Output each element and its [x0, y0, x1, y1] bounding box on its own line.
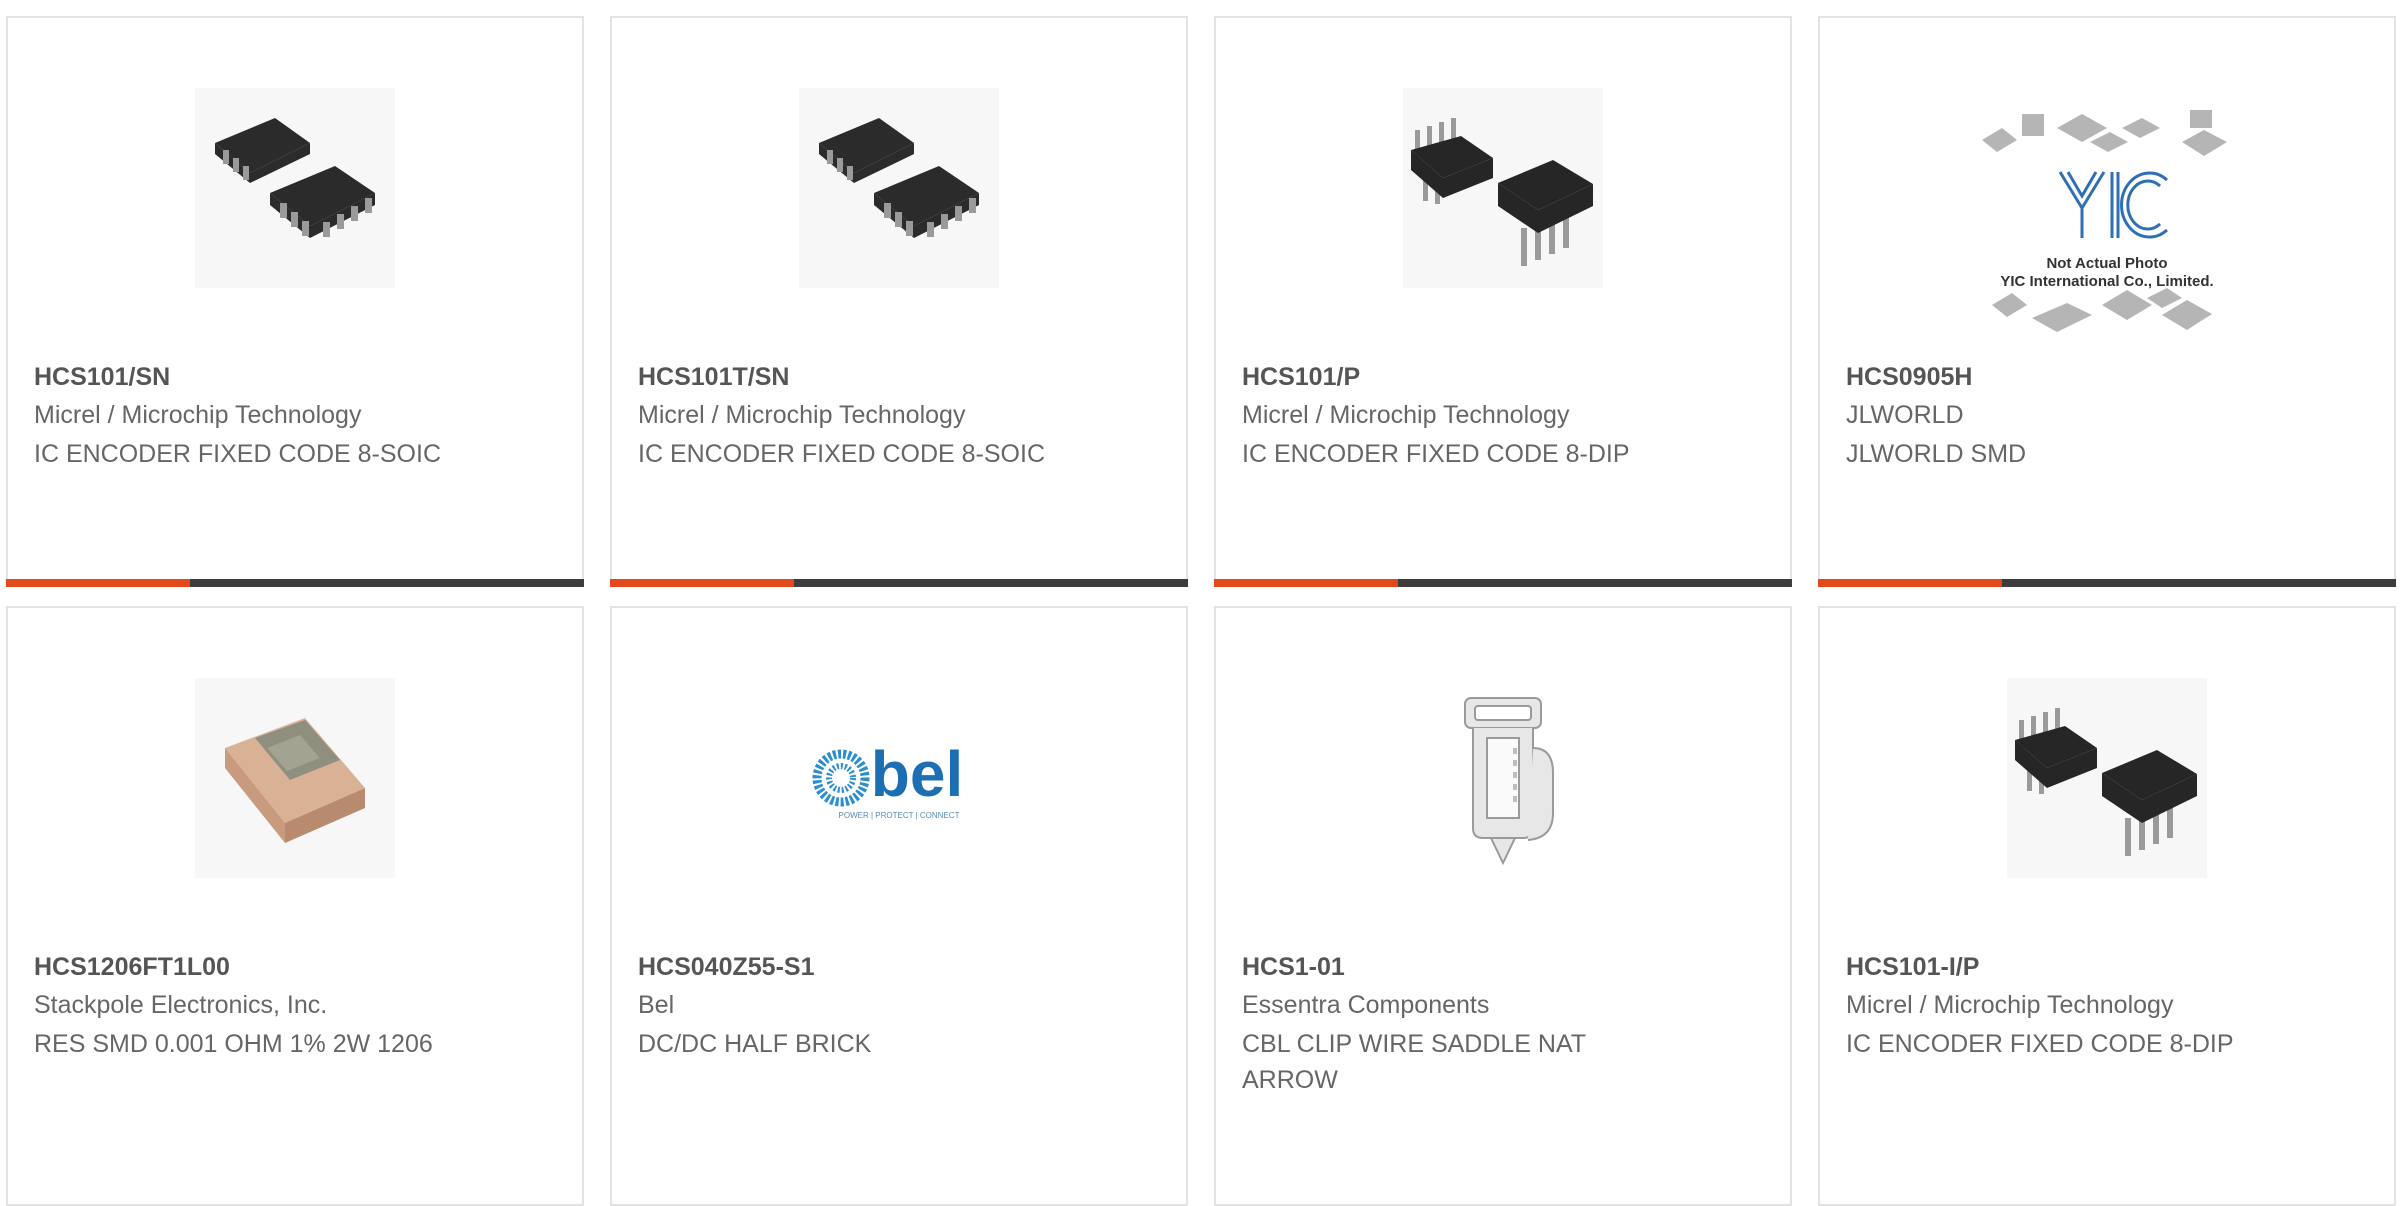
manufacturer: Micrel / Microchip Technology	[638, 401, 966, 429]
smd-resistor-icon[interactable]	[195, 678, 395, 878]
part-number[interactable]: HCS1-01	[1242, 952, 1345, 982]
product-card[interactable]: HCS101/P Micrel / Microchip Technology I…	[1214, 16, 1792, 587]
part-number[interactable]: HCS101T/SN	[638, 362, 789, 392]
product-card[interactable]: HCS101T/SN Micrel / Microchip Technology…	[610, 16, 1188, 587]
bel-logo-icon[interactable]: bel POWER | PROTECT | CONNECT	[799, 678, 999, 878]
soic-chip-icon[interactable]	[799, 88, 999, 288]
manufacturer: Micrel / Microchip Technology	[34, 401, 362, 429]
product-card[interactable]: HCS1-01 Essentra Components CBL CLIP WIR…	[1214, 606, 1792, 1206]
manufacturer: Essentra Components	[1242, 991, 1490, 1019]
part-number[interactable]: HCS101-I/P	[1846, 952, 1979, 982]
part-number[interactable]: HCS040Z55-S1	[638, 952, 814, 982]
manufacturer: Micrel / Microchip Technology	[1846, 991, 2174, 1019]
description: CBL CLIP WIRE SADDLE NAT ARROW	[1242, 1030, 1586, 1094]
description: JLWORLD SMD	[1846, 440, 2027, 468]
part-number[interactable]: HCS101/P	[1242, 362, 1360, 392]
dip-chip-icon[interactable]	[1403, 88, 1603, 288]
soic-chip-icon[interactable]	[195, 88, 395, 288]
manufacturer: Micrel / Microchip Technology	[1242, 401, 1570, 429]
cable-clip-icon[interactable]	[1403, 678, 1603, 878]
placeholder-text-line1: Not Actual Photo	[2046, 255, 2167, 272]
manufacturer: JLWORLD	[1846, 401, 1964, 429]
description: IC ENCODER FIXED CODE 8-SOIC	[34, 440, 441, 468]
card-accent-bar	[6, 579, 190, 587]
card-accent-bar	[1818, 579, 2002, 587]
description: RES SMD 0.001 OHM 1% 2W 1206	[34, 1030, 433, 1058]
card-accent-bar	[1214, 579, 1398, 587]
card-bottom-bar	[6, 579, 584, 587]
bel-tagline: POWER | PROTECT | CONNECT	[839, 811, 960, 820]
card-bottom-bar	[610, 579, 1188, 587]
part-number[interactable]: HCS101/SN	[34, 362, 170, 392]
card-accent-bar	[610, 579, 794, 587]
product-card[interactable]: Not Actual Photo YIC International Co., …	[1818, 16, 2396, 587]
product-card[interactable]: HCS1206FT1L00 Stackpole Electronics, Inc…	[6, 606, 584, 1206]
product-card[interactable]: HCS101/SN Micrel / Microchip Technology …	[6, 16, 584, 587]
part-number[interactable]: HCS1206FT1L00	[34, 952, 230, 982]
card-bottom-bar	[1818, 579, 2396, 587]
description: IC ENCODER FIXED CODE 8-DIP	[1242, 440, 1630, 468]
manufacturer: Stackpole Electronics, Inc.	[34, 991, 328, 1019]
description: DC/DC HALF BRICK	[638, 1030, 872, 1058]
product-grid: HCS101/SN Micrel / Microchip Technology …	[0, 0, 2400, 1206]
manufacturer: Bel	[638, 991, 675, 1019]
description: IC ENCODER FIXED CODE 8-DIP	[1846, 1030, 2234, 1058]
bel-logo-text: bel	[871, 738, 963, 810]
part-number[interactable]: HCS0905H	[1846, 362, 1972, 392]
dip-chip-icon[interactable]	[2007, 678, 2207, 878]
placeholder-text-line2: YIC International Co., Limited.	[2000, 273, 2213, 290]
product-card[interactable]: bel POWER | PROTECT | CONNECT HCS040Z55-…	[610, 606, 1188, 1206]
description: IC ENCODER FIXED CODE 8-SOIC	[638, 440, 1045, 468]
card-bottom-bar	[1214, 579, 1792, 587]
product-card[interactable]: HCS101-I/P Micrel / Microchip Technology…	[1818, 606, 2396, 1206]
placeholder-photo-icon[interactable]: Not Actual Photo YIC International Co., …	[1972, 100, 2242, 360]
